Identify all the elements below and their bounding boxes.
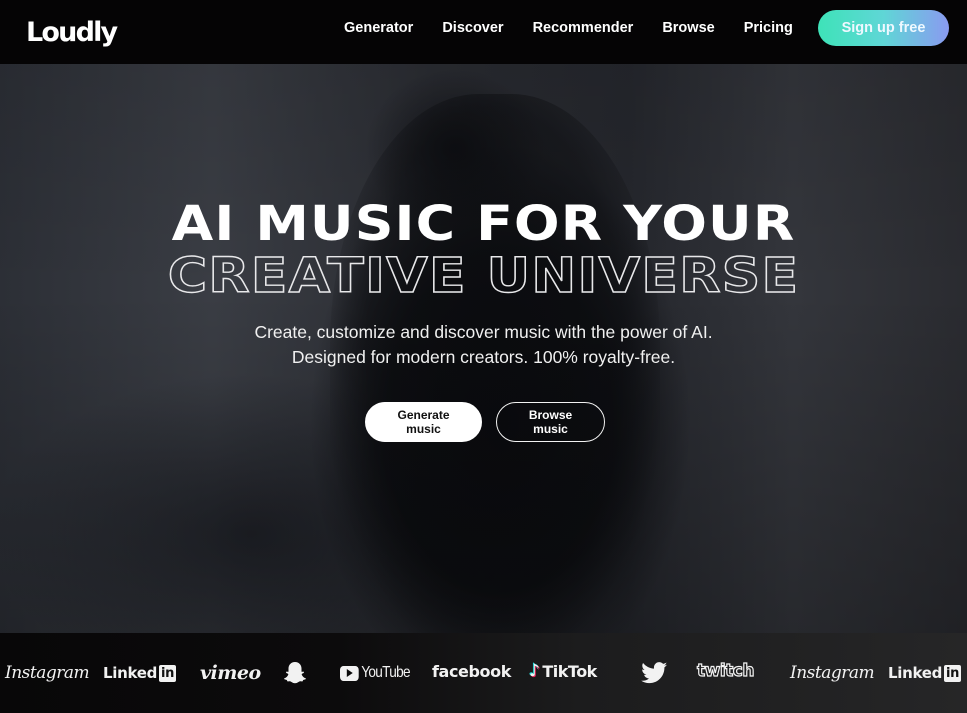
nav-pricing[interactable]: Pricing xyxy=(744,20,793,36)
youtube-logo: YouTube xyxy=(340,633,411,713)
hero-subtitle-line-1: Create, customize and discover music wit… xyxy=(254,322,713,342)
partner-logos-strip: Instagram Linked in vimeo YouTube facebo… xyxy=(0,633,967,713)
vimeo-wordmark-icon: vimeo xyxy=(200,662,261,684)
nav-generator[interactable]: Generator xyxy=(344,20,413,36)
hero-section: AI MUSIC FOR YOUR CREATIVE UNIVERSE Crea… xyxy=(0,64,967,633)
youtube-wordmark-icon: YouTube xyxy=(361,664,410,681)
loudly-logo[interactable]: Loudly xyxy=(26,16,118,50)
linkedin-logo: Linked in xyxy=(103,633,177,713)
youtube-play-icon xyxy=(340,665,359,681)
hero-headline: AI MUSIC FOR YOUR xyxy=(171,196,796,252)
twitter-logo xyxy=(641,633,668,713)
instagram-logo-repeat: Instagram xyxy=(790,633,875,713)
nav-browse[interactable]: Browse xyxy=(662,20,714,36)
hero-cta-group: Generate music Browse music xyxy=(365,402,605,442)
tiktok-logo: ♪ TikTok xyxy=(529,631,597,711)
browse-music-button[interactable]: Browse music xyxy=(496,402,605,442)
instagram-wordmark-icon: Instagram xyxy=(790,663,875,683)
twitch-logo: twitch xyxy=(696,631,755,711)
linkedin-in-badge-icon: in xyxy=(944,664,962,682)
snapchat-ghost-icon xyxy=(284,662,306,684)
generate-music-button[interactable]: Generate music xyxy=(365,402,482,442)
sign-up-free-button[interactable]: Sign up free xyxy=(818,10,949,46)
twitch-wordmark-icon: twitch xyxy=(696,660,755,681)
tiktok-note-icon: ♪ xyxy=(529,661,540,681)
main-nav: Generator Discover Recommender Browse Pr… xyxy=(344,0,793,56)
site-header: Loudly Generator Discover Recommender Br… xyxy=(0,0,967,64)
snapchat-logo xyxy=(282,633,308,713)
nav-discover[interactable]: Discover xyxy=(442,20,503,36)
instagram-wordmark-icon: Instagram xyxy=(5,663,90,683)
hero-subtitle-line-2: Designed for modern creators. 100% royal… xyxy=(291,347,676,367)
vimeo-logo: vimeo xyxy=(200,633,261,713)
hero-headline-outline: CREATIVE UNIVERSE xyxy=(167,248,800,304)
linkedin-in-badge-icon: in xyxy=(159,664,177,682)
linkedin-logo-repeat: Linked in xyxy=(888,633,962,713)
facebook-logo: facebook xyxy=(432,631,511,711)
nav-recommender[interactable]: Recommender xyxy=(533,20,634,36)
facebook-wordmark-icon: facebook xyxy=(432,661,511,681)
instagram-logo: Instagram xyxy=(5,633,90,713)
tiktok-wordmark-icon: TikTok xyxy=(542,661,597,681)
twitter-bird-icon xyxy=(641,662,668,684)
linkedin-wordmark-icon: Linked xyxy=(103,664,158,682)
linkedin-wordmark-icon: Linked xyxy=(888,664,943,682)
